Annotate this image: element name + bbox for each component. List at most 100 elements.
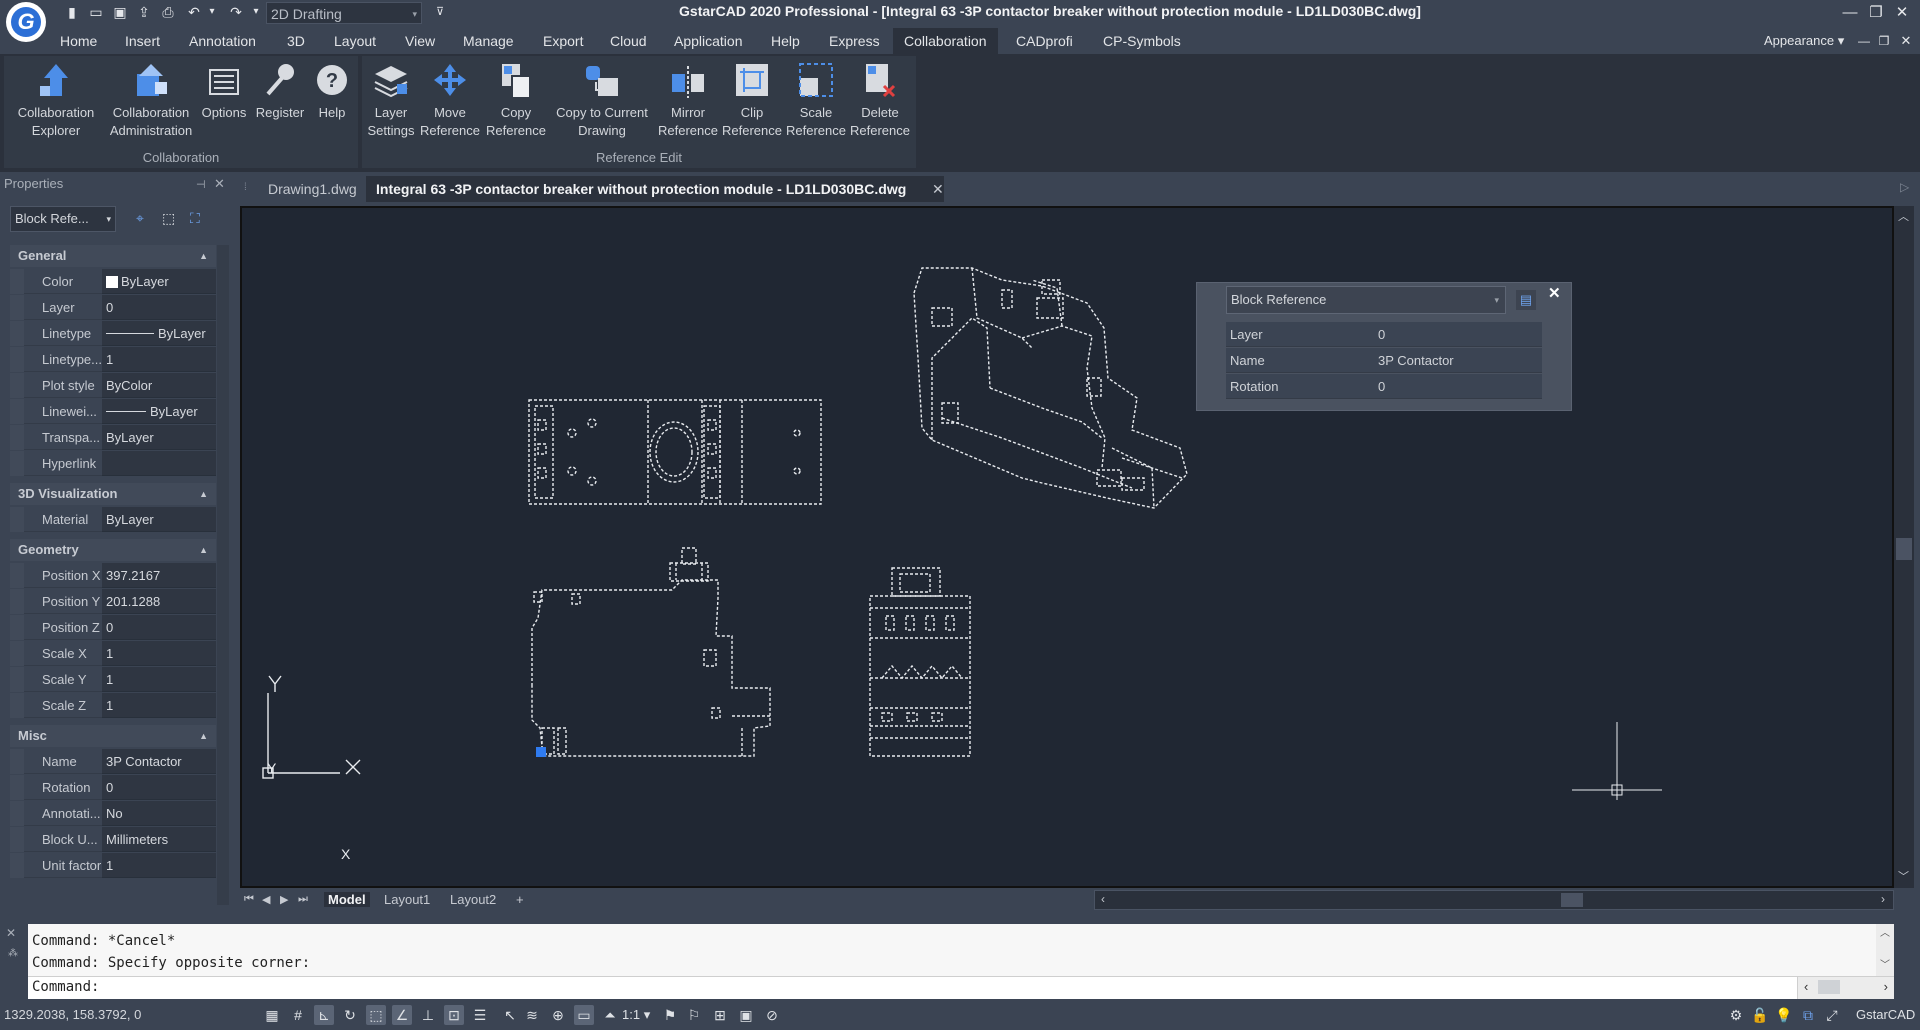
quick-select-icon[interactable]: ⛶ bbox=[190, 210, 208, 228]
prop-value[interactable]: Millimeters bbox=[102, 827, 216, 852]
qp-value[interactable]: 0 bbox=[1374, 374, 1542, 399]
prop-value[interactable]: 0 bbox=[102, 615, 216, 640]
prop-value[interactable]: 1 bbox=[102, 693, 216, 718]
object-type-selector[interactable]: Block Refe... ▾ bbox=[10, 206, 116, 232]
prop-row-material[interactable]: Material ByLayer bbox=[10, 507, 216, 532]
scroll-right-icon[interactable]: › bbox=[1881, 892, 1885, 906]
isolate-objects-icon[interactable]: ⧉ bbox=[1798, 1005, 1818, 1025]
prop-row-name[interactable]: Name 3P Contactor bbox=[10, 749, 216, 774]
menu-manage[interactable]: Manage bbox=[463, 33, 514, 49]
prop-value[interactable]: 1 bbox=[102, 667, 216, 692]
menu-annotation[interactable]: Annotation bbox=[189, 33, 256, 49]
annotation-scale-value[interactable]: 1:1 ▾ bbox=[622, 1007, 650, 1023]
prop-row-layer[interactable]: Layer 0 bbox=[10, 295, 216, 320]
prop-row-linetype-scale[interactable]: Linetype... 1 bbox=[10, 347, 216, 372]
prop-value[interactable]: 0 bbox=[102, 295, 216, 320]
settings-gear-icon[interactable]: ⚙ bbox=[1726, 1005, 1746, 1025]
close-quick-properties-icon[interactable]: ✕ bbox=[1548, 284, 1561, 302]
tab-integral-63[interactable]: Integral 63 -3P contactor breaker withou… bbox=[366, 176, 945, 202]
command-settings-icon[interactable]: ⁂ bbox=[8, 948, 18, 959]
customize-quick-properties-icon[interactable]: ▤ bbox=[1516, 290, 1536, 310]
prop-value[interactable]: 1 bbox=[102, 641, 216, 666]
menu-express[interactable]: Express bbox=[829, 33, 880, 49]
prop-value[interactable]: 0 bbox=[102, 775, 216, 800]
annotation-visibility-icon[interactable]: ⚑ bbox=[660, 1005, 680, 1025]
tab-scroll-left-icon[interactable]: ⁞ bbox=[244, 182, 247, 193]
prop-row-hyperlink[interactable]: Hyperlink bbox=[10, 451, 216, 476]
menu-cadprofi[interactable]: CADprofi bbox=[1016, 33, 1073, 49]
prop-row-lineweight[interactable]: Linewei... ByLayer bbox=[10, 399, 216, 424]
menu-insert[interactable]: Insert bbox=[125, 33, 160, 49]
scroll-down-icon[interactable]: ﹀ bbox=[1898, 868, 1909, 884]
prop-value[interactable]: 3P Contactor bbox=[102, 749, 216, 774]
register-button[interactable]: Register bbox=[250, 60, 310, 122]
polar-tracking-icon[interactable]: ⬚ bbox=[366, 1005, 386, 1025]
prop-row-position-z[interactable]: Position Z0 bbox=[10, 615, 216, 640]
prop-row-position-x[interactable]: Position X 397.2167 bbox=[10, 563, 216, 588]
scroll-left-icon[interactable]: ‹ bbox=[1101, 892, 1105, 906]
prev-layout-icon[interactable]: ◀ bbox=[262, 893, 270, 906]
command-input[interactable]: Command: ‹ › bbox=[28, 976, 1894, 999]
viewport-icon[interactable]: ▭ bbox=[574, 1005, 594, 1025]
menu-export[interactable]: Export bbox=[543, 33, 583, 49]
prop-value[interactable]: 1 bbox=[102, 347, 216, 372]
scroll-down-icon[interactable]: ﹀ bbox=[1880, 956, 1890, 971]
close-window-icon[interactable]: ✕ bbox=[1890, 2, 1914, 24]
section-general[interactable]: General ▲ bbox=[10, 245, 216, 267]
last-layout-icon[interactable]: ⏭ bbox=[298, 893, 308, 906]
layer-settings-button[interactable]: Layer Settings bbox=[366, 60, 416, 140]
prop-value[interactable]: ByLayer bbox=[102, 507, 216, 532]
menu-3d[interactable]: 3D bbox=[287, 33, 305, 49]
select-objects-icon[interactable]: ⬚ bbox=[162, 210, 180, 228]
redo-icon[interactable]: ↷ bbox=[228, 4, 244, 20]
prop-value[interactable] bbox=[102, 451, 216, 476]
selection-grip[interactable] bbox=[536, 747, 546, 757]
dynamic-ucs-icon[interactable]: ⊡ bbox=[444, 1005, 464, 1025]
auto-scale-icon[interactable]: ⚐ bbox=[684, 1005, 704, 1025]
collaboration-explorer-button[interactable]: Collaboration Explorer bbox=[8, 60, 104, 140]
otrack-icon[interactable]: ⊥ bbox=[418, 1005, 438, 1025]
selection-cycling-icon[interactable]: ↖ bbox=[500, 1005, 520, 1025]
tab-drawing1[interactable]: Drawing1.dwg bbox=[258, 176, 367, 202]
doc-restore-icon[interactable]: ❐ bbox=[1872, 30, 1896, 52]
next-layout-icon[interactable]: ▶ bbox=[280, 893, 288, 906]
prop-row-transparency[interactable]: Transpa... ByLayer bbox=[10, 425, 216, 450]
prop-row-color[interactable]: Color ByLayer bbox=[10, 269, 216, 294]
hardware-acceleration-icon[interactable]: ⊘ bbox=[762, 1005, 782, 1025]
save-as-icon[interactable]: ⇪ bbox=[136, 4, 152, 20]
restore-window-icon[interactable]: ❐ bbox=[1864, 2, 1888, 24]
close-command-icon[interactable]: ✕ bbox=[6, 926, 16, 940]
qp-value[interactable]: 3P Contactor bbox=[1374, 348, 1542, 373]
qp-row-rotation[interactable]: Rotation 0 bbox=[1226, 374, 1542, 399]
prop-row-plot-style[interactable]: Plot style ByColor bbox=[10, 373, 216, 398]
delete-reference-button[interactable]: Delete Reference bbox=[848, 60, 912, 140]
help-button[interactable]: ? Help bbox=[310, 60, 354, 122]
osnap-icon[interactable]: ∠ bbox=[392, 1005, 412, 1025]
menu-help[interactable]: Help bbox=[771, 33, 800, 49]
qp-value[interactable]: 0 bbox=[1374, 322, 1542, 347]
prop-value[interactable]: 201.1288 bbox=[102, 589, 216, 614]
lock-icon[interactable]: 🔓 bbox=[1750, 1005, 1770, 1025]
prop-row-position-y[interactable]: Position Y 201.1288 bbox=[10, 589, 216, 614]
snap-icon[interactable]: ⊾ bbox=[314, 1005, 334, 1025]
add-layout-tab[interactable]: + bbox=[516, 892, 524, 907]
prop-value[interactable]: 397.2167 bbox=[102, 563, 216, 588]
grid-icon[interactable]: # bbox=[288, 1005, 308, 1025]
collaboration-administration-button[interactable]: Collaboration Administration bbox=[100, 60, 202, 140]
tab-layout2[interactable]: Layout2 bbox=[450, 892, 496, 907]
prop-value[interactable]: 1 bbox=[102, 853, 216, 878]
section-misc[interactable]: Misc ▲ bbox=[10, 725, 216, 747]
lightbulb-icon[interactable]: 💡 bbox=[1774, 1005, 1794, 1025]
menu-home[interactable]: Home bbox=[60, 33, 97, 49]
menu-application[interactable]: Application bbox=[674, 33, 743, 49]
move-reference-button[interactable]: Move Reference bbox=[418, 60, 482, 140]
lineweight-icon[interactable]: ☰ bbox=[470, 1005, 490, 1025]
prop-row-scale-x[interactable]: Scale X1 bbox=[10, 641, 216, 666]
menu-collaboration[interactable]: Collaboration bbox=[904, 33, 987, 49]
vertical-scroll-thumb[interactable] bbox=[1896, 538, 1912, 560]
prop-value[interactable]: ByLayer bbox=[102, 425, 216, 450]
layer-status-icon[interactable]: ≋ bbox=[522, 1005, 542, 1025]
section-geometry[interactable]: Geometry ▲ bbox=[10, 539, 216, 561]
annotation-scale-icon[interactable]: ⏶ bbox=[600, 1005, 620, 1025]
vertical-scrollbar[interactable]: ︿ ﹀ bbox=[1894, 206, 1914, 888]
